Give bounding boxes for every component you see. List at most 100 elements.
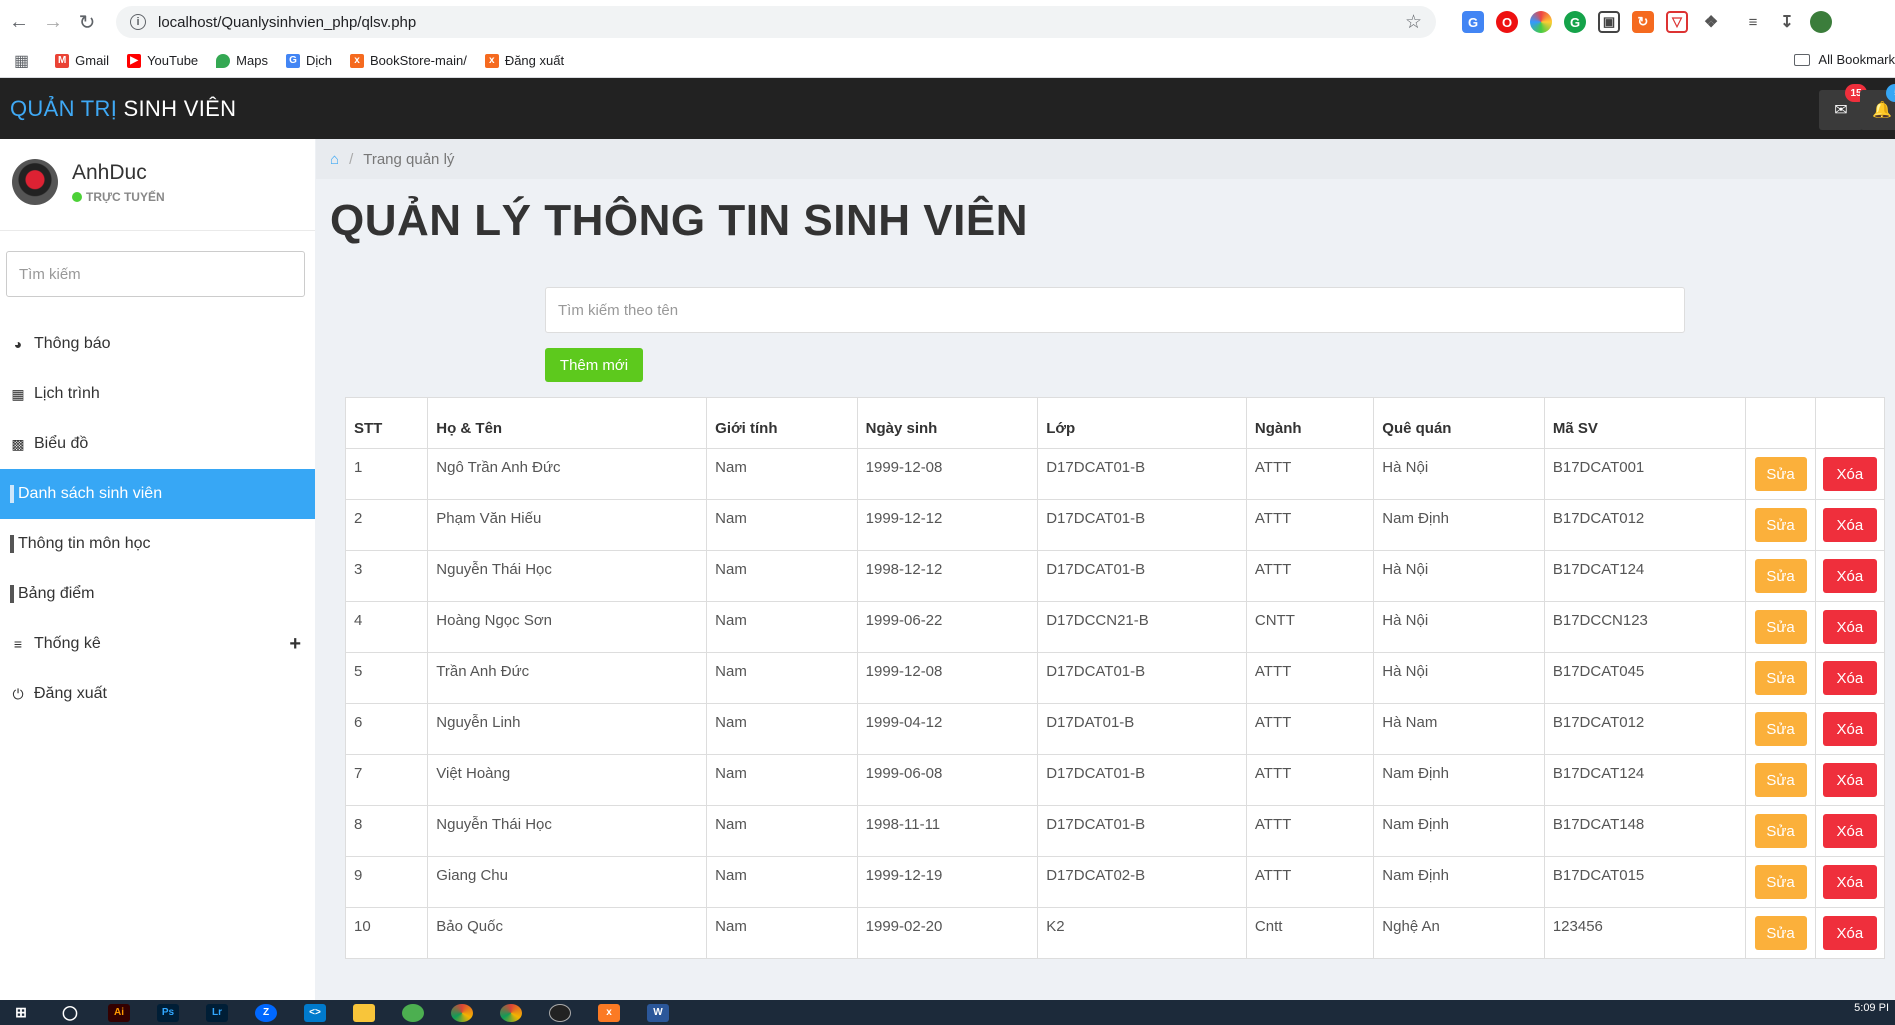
chrome-icon[interactable] <box>451 1003 473 1022</box>
photoshop-icon[interactable]: Ps <box>157 1003 179 1022</box>
delete-button[interactable]: Xóa <box>1822 508 1877 542</box>
sidebar-item-statistics[interactable]: ≡ Thống kê + <box>0 619 315 669</box>
file-explorer-icon[interactable] <box>353 1003 375 1022</box>
reading-list-icon[interactable]: ≡ <box>1742 11 1764 33</box>
home-icon[interactable]: ⌂ <box>330 151 339 168</box>
folder-icon <box>1794 53 1811 66</box>
cell-gender: Nam <box>706 550 858 602</box>
delete-button[interactable]: Xóa <box>1822 865 1877 899</box>
brand-logo[interactable]: QUẢN TRỊ SINH VIÊN <box>10 96 236 122</box>
vscode-icon[interactable]: <> <box>304 1003 326 1022</box>
bookmark-bookstore[interactable]: x BookStore-main/ <box>349 53 467 68</box>
translate-extension-icon[interactable]: G <box>1462 11 1484 33</box>
edit-button[interactable]: Sửa <box>1754 559 1807 593</box>
app-icon[interactable] <box>402 1003 424 1022</box>
delete-button[interactable]: Xóa <box>1822 763 1877 797</box>
column-header: Họ & Tên <box>427 397 708 449</box>
delete-button[interactable]: Xóa <box>1822 610 1877 644</box>
delete-button[interactable]: Xóa <box>1822 661 1877 695</box>
cell-stt: 5 <box>344 652 429 704</box>
cell-stt: 6 <box>344 703 429 755</box>
sidebar-item-grades[interactable]: Bảng điểm <box>0 569 315 619</box>
table-row: 10 Bảo Quốc Nam 1999-02-20 K2 Cntt Nghệ An 1234… <box>344 907 1886 959</box>
sidebar-item-schedule[interactable]: ▦ Lịch trình <box>0 369 315 419</box>
cell-name: Giang Chu <box>427 856 708 908</box>
sidebar-item-chart[interactable]: ▩ Biểu đồ <box>0 419 315 469</box>
bookmark-youtube[interactable]: ▶ YouTube <box>127 53 198 68</box>
profile-avatar[interactable] <box>1810 11 1832 33</box>
edit-button[interactable]: Sửa <box>1754 661 1807 695</box>
delete-button[interactable]: Xóa <box>1822 457 1877 491</box>
edit-button[interactable]: Sửa <box>1754 508 1807 542</box>
edit-button[interactable]: Sửa <box>1754 814 1807 848</box>
page-title: QUẢN LÝ THÔNG TIN SINH VIÊN <box>330 196 1028 245</box>
bookmark-star-icon[interactable]: ☆ <box>1405 11 1422 34</box>
column-header: Quê quán <box>1373 397 1545 449</box>
edit-button[interactable]: Sửa <box>1754 763 1807 797</box>
github-icon[interactable] <box>549 1003 571 1022</box>
messages-button[interactable]: ✉ 15 <box>1819 84 1867 130</box>
bookmark-gmail[interactable]: M Gmail <box>55 53 109 68</box>
all-bookmarks[interactable]: All Bookmark <box>1794 52 1895 67</box>
edit-button[interactable]: Sửa <box>1754 865 1807 899</box>
table-body: 1 Ngô Trần Anh Đức Nam 1999-12-08 D17DCAT01-… <box>344 448 1886 959</box>
sidebar-item-logout[interactable]: ⏻ Đăng xuất <box>0 669 315 719</box>
puzzle-extensions-icon[interactable]: ❖ <box>1700 11 1722 33</box>
lightroom-icon[interactable]: Lr <box>206 1003 228 1022</box>
cell-stt: 10 <box>344 907 429 959</box>
address-bar[interactable]: i localhost/Quanlysinhvien_php/qlsv.php … <box>116 6 1436 38</box>
opera-extension-icon[interactable]: O <box>1496 11 1518 33</box>
site-info-icon[interactable]: i <box>130 14 146 30</box>
word-icon[interactable]: W <box>647 1003 669 1022</box>
cell-birthdate: 1999-12-12 <box>856 499 1039 551</box>
edit-button[interactable]: Sửa <box>1754 712 1807 746</box>
bookmark-maps[interactable]: Maps <box>216 53 268 68</box>
cell-hometown: Nam Định <box>1373 805 1545 857</box>
apps-grid-icon[interactable]: ▦ <box>14 51 29 71</box>
zalo-icon[interactable]: Z <box>255 1003 277 1022</box>
notifications-button[interactable]: 🔔 5 <box>1860 84 1895 130</box>
plus-icon[interactable]: + <box>289 633 301 656</box>
gmail-icon: M <box>55 53 70 68</box>
url-text[interactable]: localhost/Quanlysinhvien_php/qlsv.php <box>158 14 416 31</box>
delete-button[interactable]: Xóa <box>1822 814 1877 848</box>
search-icon[interactable]: ◯ <box>59 1004 81 1022</box>
cell-class: D17DAT01-B <box>1037 703 1247 755</box>
download-icon[interactable]: ↧ <box>1776 11 1798 33</box>
column-header: STT <box>344 397 429 449</box>
forward-icon[interactable]: → <box>38 7 68 37</box>
illustrator-icon[interactable]: Ai <box>108 1003 130 1022</box>
bookmarks-bar: ▦ M Gmail ▶ YouTube Maps G Dịch x BookStore-… <box>0 44 1895 78</box>
cell-birthdate: 1999-12-08 <box>856 448 1039 500</box>
avatar[interactable] <box>12 159 58 205</box>
cell-delete: Xóa <box>1814 550 1886 602</box>
grammarly-extension-icon[interactable]: G <box>1564 11 1586 33</box>
cell-student-id: B17DCAT001 <box>1543 448 1747 500</box>
delete-button[interactable]: Xóa <box>1822 712 1877 746</box>
bookmark-translate[interactable]: G Dịch <box>285 53 332 68</box>
reload-icon[interactable]: ↻ <box>72 7 102 37</box>
sidebar-item-notifications[interactable]: ◕ Thông báo <box>0 319 315 369</box>
back-icon[interactable]: ← <box>4 7 34 37</box>
edit-button[interactable]: Sửa <box>1754 610 1807 644</box>
bookmark-logout[interactable]: x Đăng xuất <box>484 53 564 68</box>
add-student-button[interactable]: Thêm mới <box>545 348 643 382</box>
orange-extension-icon[interactable]: ↻ <box>1632 11 1654 33</box>
image-extension-icon[interactable]: ▣ <box>1598 11 1620 33</box>
color-extension-icon[interactable] <box>1530 11 1552 33</box>
column-header: Lớp <box>1037 397 1247 449</box>
cell-student-id: 123456 <box>1543 907 1747 959</box>
cell-class: D17DCAT01-B <box>1037 550 1247 602</box>
delete-button[interactable]: Xóa <box>1822 559 1877 593</box>
chrome-active-icon[interactable] <box>500 1003 522 1022</box>
student-search-input[interactable] <box>545 287 1685 333</box>
xampp-icon[interactable]: x <box>598 1003 620 1022</box>
edit-button[interactable]: Sửa <box>1754 457 1807 491</box>
sidebar-search-input[interactable] <box>6 251 305 297</box>
sidebar-item-student-list[interactable]: Danh sách sinh viên <box>0 469 315 519</box>
edit-button[interactable]: Sửa <box>1754 916 1807 950</box>
pocket-extension-icon[interactable]: ▽ <box>1666 11 1688 33</box>
windows-start-icon[interactable]: ⊞ <box>10 1004 32 1022</box>
sidebar-item-subjects[interactable]: Thông tin môn học <box>0 519 315 569</box>
delete-button[interactable]: Xóa <box>1822 916 1877 950</box>
